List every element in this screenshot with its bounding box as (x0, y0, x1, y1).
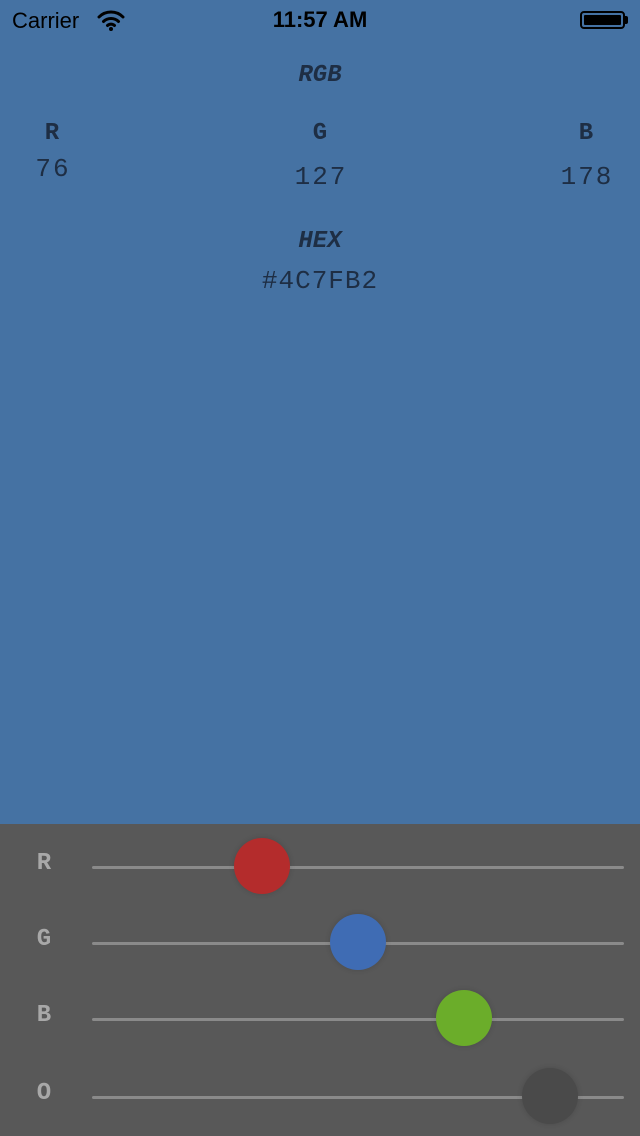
rgb-heading: RGB (298, 62, 342, 89)
green-slider-row: G (0, 900, 640, 976)
green-channel-value: 127 (294, 162, 348, 192)
battery-tip (625, 16, 628, 24)
green-slider-label: G (36, 926, 52, 953)
blue-slider-row: B (0, 976, 640, 1052)
slider-panel: R G B O (0, 824, 640, 1136)
blue-slider-thumb[interactable] (436, 990, 493, 1046)
red-slider-row: R (0, 824, 640, 900)
red-channel-value: 76 (35, 154, 71, 184)
red-slider-track[interactable] (92, 866, 624, 869)
blue-slider-track[interactable] (92, 1018, 624, 1021)
blue-slider-label: B (36, 1002, 52, 1029)
red-slider-thumb[interactable] (234, 838, 291, 894)
status-time: 11:57 AM (272, 7, 368, 32)
battery-icon (580, 11, 625, 29)
hex-heading: HEX (298, 228, 342, 255)
green-slider-thumb[interactable] (330, 914, 386, 970)
status-bar: Carrier 11:57 AM (0, 0, 640, 40)
red-channel-label: R (44, 120, 60, 147)
hex-value: #4C7FB2 (261, 266, 379, 296)
green-channel-label: G (312, 120, 328, 147)
blue-channel-label: B (578, 120, 594, 147)
blue-channel-value: 178 (560, 162, 614, 192)
opacity-slider-thumb[interactable] (521, 1068, 578, 1124)
red-slider-label: R (36, 850, 52, 877)
opacity-slider-label: O (36, 1080, 52, 1107)
opacity-slider-row: O (0, 1054, 640, 1130)
